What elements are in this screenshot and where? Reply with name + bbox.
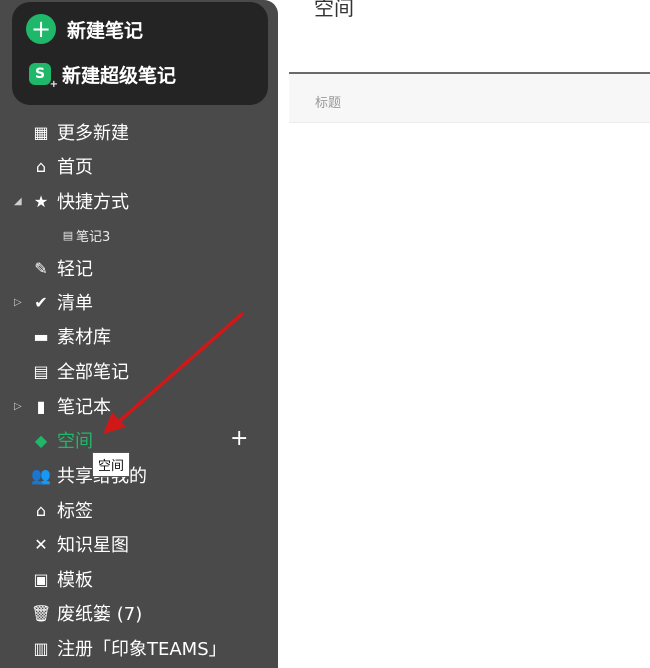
- annotation-arrow-shaft: [114, 312, 244, 426]
- annotation-arrow-head: [103, 412, 126, 434]
- annotation-arrow: [103, 312, 244, 434]
